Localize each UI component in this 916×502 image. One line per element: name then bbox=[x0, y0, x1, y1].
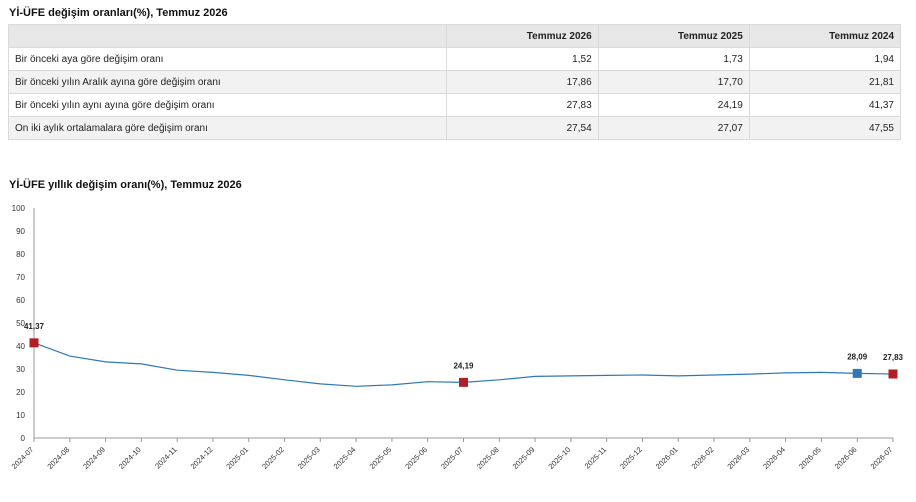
x-tick-label: 2026-06 bbox=[833, 445, 859, 471]
y-tick-label: 40 bbox=[16, 342, 25, 351]
table-cell: 27,83 bbox=[446, 93, 599, 117]
x-tick-label: 2025-12 bbox=[618, 445, 644, 471]
x-tick-label: 2024-10 bbox=[117, 445, 143, 471]
x-tick-label: 2025-05 bbox=[367, 445, 393, 471]
table-cell: 1,52 bbox=[446, 47, 599, 71]
table-header-row: Temmuz 2026 Temmuz 2025 Temmuz 2024 bbox=[7, 24, 902, 48]
table-row: On iki aylık ortalamalara göre değişim o… bbox=[7, 116, 902, 140]
column-header-2024: Temmuz 2024 bbox=[748, 24, 902, 48]
x-tick-label: 2025-08 bbox=[475, 445, 501, 471]
column-header-2026: Temmuz 2026 bbox=[446, 24, 599, 48]
y-tick-label: 70 bbox=[16, 273, 25, 282]
table-cell: 17,86 bbox=[446, 70, 599, 94]
y-tick-label: 60 bbox=[16, 296, 25, 305]
highlight-marker bbox=[888, 369, 898, 379]
x-tick-label: 2026-01 bbox=[654, 445, 680, 471]
x-tick-label: 2025-07 bbox=[439, 445, 465, 471]
y-tick-label: 10 bbox=[16, 411, 25, 420]
x-tick-label: 2025-01 bbox=[224, 445, 250, 471]
x-tick-label: 2024-07 bbox=[10, 445, 36, 471]
highlight-data-label: 24,19 bbox=[453, 361, 474, 370]
x-tick-label: 2026-05 bbox=[797, 445, 823, 471]
table-row: Bir önceki aya göre değişim oranı 1,52 1… bbox=[7, 47, 902, 71]
table-cell: 27,07 bbox=[597, 116, 750, 140]
table-row: Bir önceki yılın Aralık ayına göre değiş… bbox=[7, 70, 902, 94]
table-cell: 24,19 bbox=[597, 93, 750, 117]
row-label: On iki aylık ortalamalara göre değişim o… bbox=[7, 116, 448, 140]
y-tick-label: 30 bbox=[16, 365, 25, 374]
table-title: Yİ-ÜFE değişim oranları(%), Temmuz 2026 bbox=[9, 7, 228, 19]
row-label: Bir önceki yılın aynı ayına göre değişim… bbox=[7, 93, 448, 117]
table-cell: 17,70 bbox=[597, 70, 750, 94]
table-cell: 21,81 bbox=[748, 70, 902, 94]
row-label: Bir önceki aya göre değişim oranı bbox=[7, 47, 448, 71]
x-tick-label: 2024-08 bbox=[45, 445, 71, 471]
highlight-data-label: 41,37 bbox=[24, 322, 45, 331]
x-tick-label: 2024-12 bbox=[189, 445, 215, 471]
annual-change-line-chart: 01020304050607080901002024-07 2024-08 2024… bbox=[10, 204, 904, 471]
table-cell: 1,73 bbox=[597, 47, 750, 71]
highlight-marker bbox=[852, 368, 862, 378]
table-cell: 1,94 bbox=[748, 47, 902, 71]
x-tick-label: 2024-09 bbox=[81, 445, 107, 471]
change-rates-table: Temmuz 2026 Temmuz 2025 Temmuz 2024 Bir … bbox=[7, 24, 902, 140]
x-tick-label: 2024-11 bbox=[153, 445, 178, 470]
chart-title: Yİ-ÜFE yıllık değişim oranı(%), Temmuz 2… bbox=[9, 179, 242, 191]
highlight-marker bbox=[29, 338, 39, 348]
x-tick-label: 2026-02 bbox=[690, 445, 716, 471]
highlight-data-label: 27,83 bbox=[883, 353, 904, 362]
x-tick-label: 2025-04 bbox=[332, 445, 358, 471]
highlight-marker bbox=[459, 377, 468, 387]
x-tick-label: 2026-07 bbox=[869, 445, 895, 471]
column-header-empty bbox=[7, 24, 448, 48]
table-cell: 47,55 bbox=[748, 116, 902, 140]
x-tick-label: 2025-11 bbox=[583, 445, 608, 470]
x-tick-label: 2025-02 bbox=[260, 445, 286, 471]
x-tick-label: 2026-03 bbox=[725, 445, 751, 471]
y-tick-label: 80 bbox=[16, 250, 25, 259]
y-tick-label: 100 bbox=[12, 204, 26, 213]
x-tick-label: 2025-03 bbox=[296, 445, 322, 471]
x-tick-label: 2025-10 bbox=[546, 445, 572, 471]
row-label: Bir önceki yılın Aralık ayına göre değiş… bbox=[7, 70, 448, 94]
highlight-data-label: 28,09 bbox=[847, 352, 868, 361]
y-tick-label: 0 bbox=[21, 434, 26, 443]
y-tick-label: 20 bbox=[16, 388, 25, 397]
column-header-2025: Temmuz 2025 bbox=[597, 24, 750, 48]
x-tick-label: 2026-04 bbox=[761, 445, 787, 471]
table-cell: 41,37 bbox=[748, 93, 902, 117]
x-tick-label: 2025-06 bbox=[403, 445, 429, 471]
y-tick-label: 90 bbox=[16, 227, 25, 236]
x-tick-label: 2025-09 bbox=[511, 445, 537, 471]
table-cell: 27,54 bbox=[446, 116, 599, 140]
table-row: Bir önceki yılın aynı ayına göre değişim… bbox=[7, 93, 902, 117]
